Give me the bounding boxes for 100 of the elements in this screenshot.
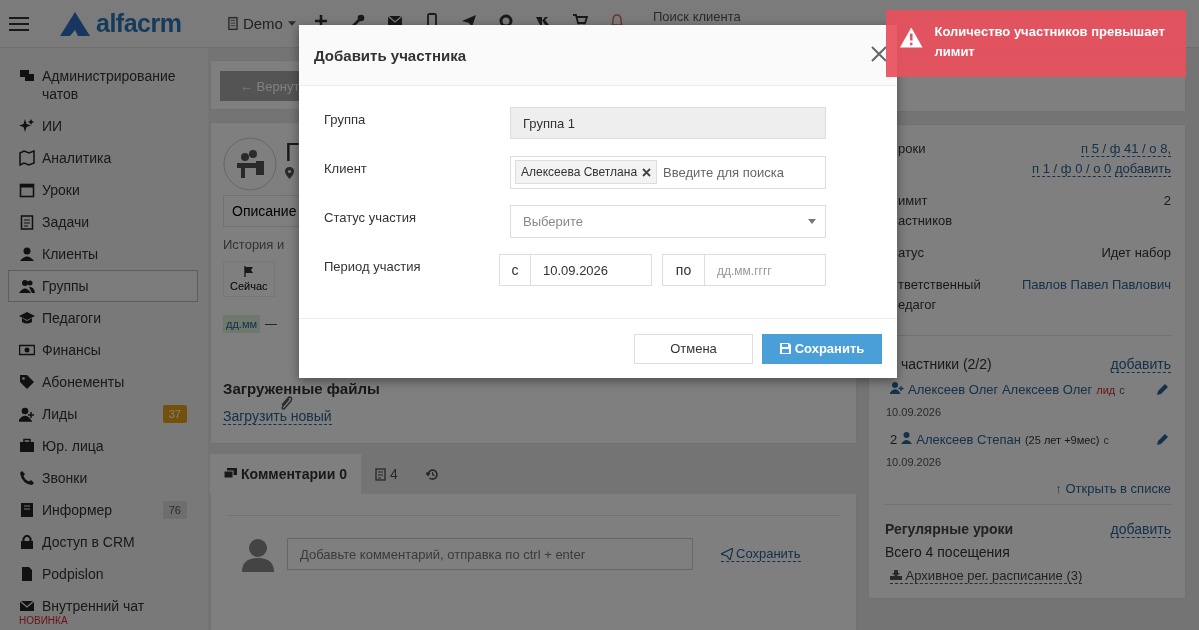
archive-link[interactable]: Архивное рег. расписание (3) [890, 568, 1083, 584]
dialog-title: Добавить участника [314, 46, 467, 64]
files-heading: Загруженные файлы [223, 380, 381, 397]
history-icon [425, 467, 439, 481]
close-icon [871, 45, 887, 62]
sidebar-item[interactable]: ИИ [8, 110, 198, 142]
file-icon [19, 566, 35, 582]
tab[interactable]: Комментарии 0 [210, 454, 361, 494]
upload-link[interactable]: Загрузить новый [223, 408, 332, 425]
sidebar-label: Администрирование чатов [42, 67, 177, 103]
tag-icon [19, 374, 35, 390]
pencil-icon [1157, 433, 1169, 445]
sidebar-item[interactable]: Podpislon [8, 558, 198, 590]
count-badge: 37 [162, 405, 187, 423]
add-link[interactable]: добавить [1110, 356, 1171, 373]
sidebar-item[interactable]: Педагоги [8, 302, 198, 334]
cancel-button[interactable]: Отмена [634, 333, 753, 364]
sidebar-item[interactable]: Информер 76 [8, 494, 198, 526]
sidebar-label: Информер [42, 501, 114, 519]
info-value: Идет набор [1101, 245, 1171, 260]
sidebar-item[interactable]: Задачи [8, 206, 198, 238]
sidebar-label: Абонементы [42, 373, 126, 391]
pencil-icon [1157, 383, 1169, 395]
count-badge: 76 [162, 501, 187, 519]
group-field: Группа 1 [510, 107, 826, 139]
tab[interactable]: 4 [360, 454, 412, 494]
banknote-icon [19, 342, 35, 358]
info-link[interactable]: п 5 / ф 41 / о 8, [1081, 141, 1171, 157]
info-link[interactable]: п 1 / ф 0 / о 0 [1032, 161, 1112, 177]
save-comment-link[interactable]: Сохранить [721, 546, 801, 562]
sidebar-item[interactable]: Звонки [8, 462, 198, 494]
caret-icon [808, 218, 816, 224]
inbox-icon [890, 570, 902, 580]
sidebar-label: Доступ в CRM [42, 533, 136, 551]
client-field[interactable]: Алексеева Светлана Введите для поиска [510, 155, 826, 189]
field-label: Период участия [324, 258, 422, 274]
open-list-link[interactable]: ↑ Открыть в списке [1055, 481, 1171, 496]
sidebar-label: Задачи [42, 213, 90, 231]
map-icon [19, 150, 35, 166]
sidebar-label: Клиенты [42, 245, 100, 263]
info-label: тветственный едагог [897, 276, 981, 314]
sidebar-label: Уроки [42, 181, 81, 199]
status-select[interactable]: Выберите [510, 204, 826, 238]
info-label: атус [897, 244, 924, 262]
save-button[interactable]: Сохранить [762, 333, 882, 364]
info-link[interactable]: добавить [1114, 161, 1171, 177]
book-icon [19, 502, 35, 518]
sidebar-item[interactable]: Лиды 37 [8, 398, 198, 430]
member-name-link[interactable]: Алексеев Олег Алексеев Олег [908, 381, 1093, 399]
now-button[interactable]: Сейчас [223, 261, 275, 297]
member-number: 2 [890, 431, 898, 449]
users-icon [19, 278, 35, 294]
group-title: Г [285, 137, 300, 167]
sidebar-item[interactable]: Клиенты [8, 238, 198, 270]
remove-icon[interactable] [642, 167, 652, 177]
paper-plane-icon [721, 547, 733, 560]
comment-field[interactable]: Добавьте комментарий, отправка по ctrl + enter [287, 538, 693, 570]
sidebar-label: Финансы [42, 341, 102, 359]
sidebar-item[interactable]: Уроки [8, 174, 198, 206]
sidebar-label: Внутренний чат [42, 597, 146, 615]
info-value: 2 [1163, 193, 1171, 208]
sidebar-item[interactable]: Аналитика [8, 142, 198, 174]
briefcase-icon [19, 438, 35, 454]
history-label: История и [223, 237, 286, 252]
user-icon [901, 432, 913, 444]
client-chip: Алексеева Светлана [515, 160, 658, 184]
menu-icon [9, 15, 29, 32]
date-note: — [265, 317, 278, 331]
end-date-field[interactable]: дд.мм.гггг [705, 254, 826, 286]
participants-heading: частники (2/2) [900, 356, 992, 373]
lead-tag: лид [1096, 381, 1116, 399]
sidebar-label: ИИ [42, 117, 64, 135]
paperclip-icon [279, 395, 293, 411]
clipboard-icon [374, 467, 386, 481]
sidebar-item[interactable]: Внутренний чат НОВИНКА [8, 590, 198, 630]
sidebar-label: Лиды [42, 405, 79, 423]
chat-icon [19, 68, 35, 84]
sidebar-item[interactable]: Абонементы [8, 366, 198, 398]
add-link[interactable]: добавить [1110, 521, 1171, 538]
member-name-link[interactable]: Алексеев Степан [916, 431, 1021, 449]
branch-dropdown[interactable]: Demo [222, 14, 302, 33]
since-label: с [1103, 433, 1110, 448]
sidebar-label: Педагоги [42, 309, 102, 327]
avatar-icon [241, 536, 275, 572]
member-date: 10.09.2026 [886, 455, 943, 470]
new-label: НОВИНКА [19, 615, 69, 627]
from-addon: с [499, 254, 531, 286]
sidebar-item[interactable]: Финансы [8, 334, 198, 366]
visits-total: Всего 4 посещения [885, 544, 1011, 560]
sidebar-label: Аналитика [42, 149, 113, 167]
sidebar-item[interactable]: Юр. лица [8, 430, 198, 462]
sidebar-item[interactable]: Администрирование чатов [8, 60, 198, 110]
sidebar-item[interactable]: Доступ в CRM [8, 526, 198, 558]
calendar-icon [19, 182, 35, 198]
start-date-field[interactable]: 10.09.2026 [531, 254, 652, 286]
sidebar-label: Podpislon [42, 565, 105, 583]
info-link[interactable]: Павлов Павел Павлович [1021, 277, 1171, 292]
search-field[interactable]: Поиск клиента [653, 9, 853, 24]
caret-icon [287, 21, 296, 26]
sidebar-item[interactable]: Группы [8, 270, 198, 302]
